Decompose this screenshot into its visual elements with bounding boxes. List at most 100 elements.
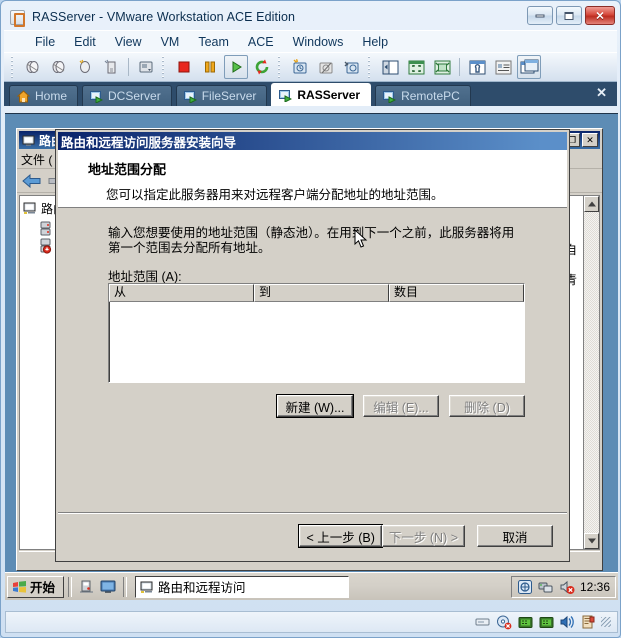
snapshot-manager-icon[interactable] [73, 55, 97, 79]
clone-settings-icon[interactable] [340, 55, 364, 79]
back-arrow-icon[interactable] [21, 172, 43, 190]
toolbar-grip[interactable] [11, 56, 17, 78]
snapshot-take-icon[interactable] [21, 55, 45, 79]
windows-taskbar: 开始 路由和远程访问 12:36 [5, 572, 618, 600]
sound-icon[interactable] [560, 615, 575, 629]
window-controls: ✕ [527, 6, 615, 25]
menu-help[interactable]: Help [353, 33, 397, 51]
close-tab-icon[interactable]: ✕ [596, 85, 607, 101]
display-icon[interactable] [100, 580, 116, 594]
taskbar-item-routing[interactable]: 路由和远程访问 [135, 575, 350, 598]
console-view-icon[interactable] [517, 55, 541, 79]
column-header-count[interactable]: 数目 [389, 284, 524, 302]
menu-windows[interactable]: Windows [284, 33, 353, 51]
server-red-icon [40, 238, 52, 254]
network-icon-2[interactable] [539, 616, 554, 629]
menu-edit[interactable]: Edit [65, 33, 105, 51]
vm-icon [279, 89, 293, 102]
menu-team[interactable]: Team [189, 33, 238, 51]
scroll-up-button[interactable] [584, 196, 599, 212]
back-button[interactable]: < 上一步 (B) [299, 525, 382, 547]
column-header-to[interactable]: 到 [254, 284, 389, 302]
wizard-nav-group: < 上一步 (B) 下一步 (N) > [299, 525, 465, 547]
quick-launch-bar [76, 579, 119, 595]
volume-muted-icon[interactable] [559, 579, 575, 595]
taskbar-task-list: 路由和远程访问 [131, 575, 511, 598]
window-titlebar: RASServer - VMware Workstation ACE Editi… [4, 4, 617, 30]
summary-icon[interactable] [491, 55, 515, 79]
power-on-icon[interactable] [224, 55, 248, 79]
power-off-icon[interactable] [172, 55, 196, 79]
mmc-close-button[interactable]: ✕ [582, 133, 598, 147]
chevron-up-icon [587, 201, 596, 207]
menu-vm[interactable]: VM [152, 33, 189, 51]
taskbar-divider-2 [123, 576, 128, 597]
menu-bar: File Edit View VM Team ACE Windows Help [4, 30, 617, 52]
toolbar-grip-4[interactable] [368, 56, 374, 78]
tab-fileserver[interactable]: FileServer [175, 85, 268, 106]
close-icon: ✕ [595, 10, 605, 22]
taskbar-clock[interactable]: 12:36 [580, 580, 610, 594]
clone-icon[interactable] [314, 55, 338, 79]
floppy-icon[interactable] [475, 616, 490, 628]
toolbar-grip-2[interactable] [162, 56, 168, 78]
wizard-title: 路由和远程访问服务器安装向导 [61, 135, 237, 150]
tab-dcserver[interactable]: DCServer [82, 85, 172, 106]
tab-dcserver-label: DCServer [108, 89, 161, 103]
snapshot-settings-icon[interactable] [134, 55, 158, 79]
wizard-subheading: 您可以指定此服务器用来对远程客户端分配地址的地址范围。 [106, 188, 444, 202]
show-sidebar-icon[interactable] [378, 55, 402, 79]
footer-divider [58, 512, 567, 513]
wizard-heading: 地址范围分配 [88, 162, 167, 177]
menu-ace[interactable]: ACE [239, 33, 283, 51]
maximize-button[interactable] [556, 6, 582, 25]
usb-icon[interactable] [581, 615, 595, 630]
menu-file[interactable]: File [26, 33, 64, 51]
cancel-button[interactable]: 取消 [477, 525, 553, 547]
show-desktop-icon[interactable] [79, 579, 95, 595]
resize-grip[interactable] [601, 617, 611, 627]
address-range-list[interactable]: 从 到 数目 [108, 283, 525, 383]
chevron-down-icon [587, 538, 596, 544]
fullscreen-icon[interactable] [430, 55, 454, 79]
tab-rasserver-label: RASServer [297, 88, 361, 102]
next-button: 下一步 (N) > [381, 525, 465, 547]
mmc-menu-file[interactable]: 文件 ( [21, 151, 52, 168]
scroll-down-button[interactable] [584, 533, 599, 549]
list-action-buttons: 新建 (W)... 编辑 (E)... 删除 (D) [108, 395, 525, 417]
fit-guest-icon[interactable] [404, 55, 428, 79]
windows-flag-icon [13, 580, 26, 593]
list-header-row: 从 到 数目 [109, 284, 524, 302]
server-icon [40, 221, 51, 236]
start-button-label: 开始 [30, 581, 56, 595]
minimize-button[interactable] [527, 6, 553, 25]
computer-icon [23, 202, 36, 214]
menu-view[interactable]: View [106, 33, 151, 51]
snapshot-delete-icon[interactable] [99, 55, 123, 79]
vmware-workstation-window: RASServer - VMware Workstation ACE Editi… [0, 0, 621, 638]
cd-icon[interactable] [496, 614, 512, 630]
close-button[interactable]: ✕ [585, 6, 615, 25]
suspend-icon[interactable] [198, 55, 222, 79]
vm-settings-icon[interactable] [465, 55, 489, 79]
wizard-body-text: 输入您想要使用的地址范围（静态池）。在用到下一个之前，此服务器将用第一个范围去分… [108, 226, 515, 255]
network-activity-icon[interactable] [538, 579, 554, 595]
tab-remotepc[interactable]: RemotePC [375, 85, 471, 106]
tab-remotepc-label: RemotePC [401, 89, 460, 103]
tab-home[interactable]: Home [9, 85, 79, 106]
toolbar-grip-3[interactable] [278, 56, 284, 78]
window-title: RASServer - VMware Workstation ACE Editi… [32, 10, 296, 24]
network-shield-icon[interactable] [517, 579, 533, 595]
tab-rasserver[interactable]: RASServer [271, 83, 372, 106]
clone-new-icon[interactable] [288, 55, 312, 79]
network-icon-1[interactable] [518, 616, 533, 629]
start-button[interactable]: 开始 [7, 575, 65, 598]
details-scrollbar[interactable] [583, 196, 599, 549]
new-button[interactable]: 新建 (W)... [277, 395, 353, 417]
setup-wizard-dialog: 路由和远程访问服务器安装向导 地址范围分配 您可以指定此服务器用来对远程客户端分… [55, 129, 570, 562]
column-header-from[interactable]: 从 [109, 284, 254, 302]
reset-icon[interactable] [250, 55, 274, 79]
vmware-icon [10, 9, 25, 27]
snapshot-revert-icon[interactable] [47, 55, 71, 79]
wizard-header: 地址范围分配 您可以指定此服务器用来对远程客户端分配地址的地址范围。 [58, 150, 567, 208]
